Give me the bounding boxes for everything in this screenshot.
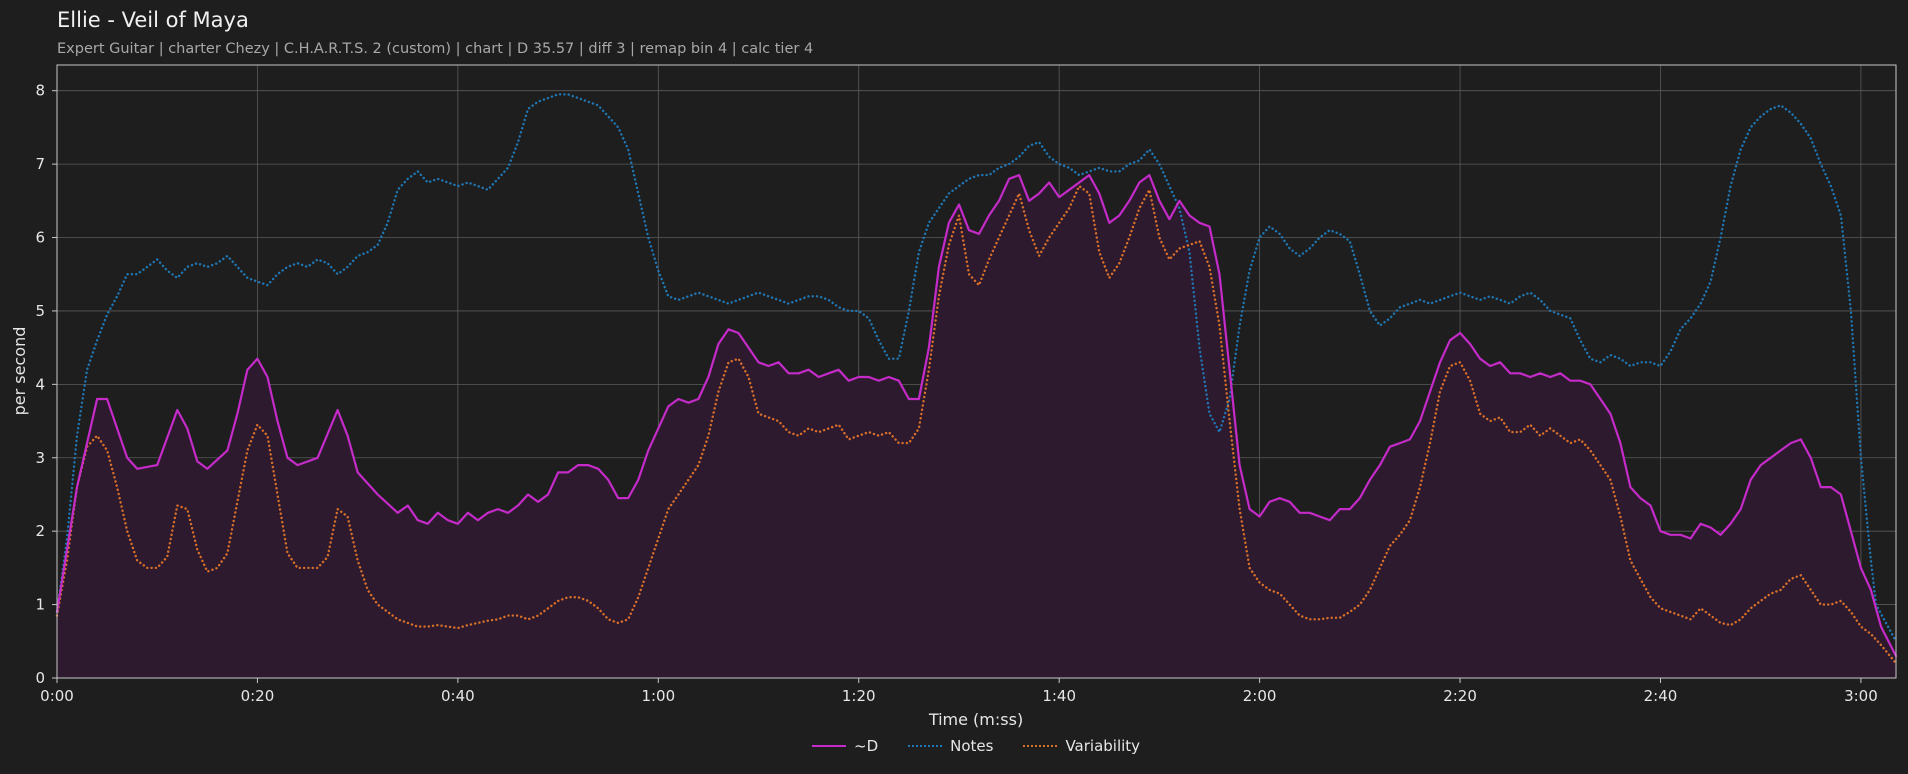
legend: ~D Notes Variability <box>812 737 1140 755</box>
legend-item-variability: Variability <box>1023 737 1140 755</box>
legend-label-notes: Notes <box>950 737 994 755</box>
x-tick-label: 0:00 <box>40 687 74 705</box>
x-tick-label: 1:20 <box>842 687 876 705</box>
x-axis-ticks: 0:00 0:20 0:40 1:00 1:20 1:40 2:00 2:20 2:40 3:00 <box>40 678 1878 705</box>
legend-label-d: ~D <box>854 737 879 755</box>
chart-canvas: 0:00 0:20 0:40 1:00 1:20 1:40 2:00 2:20 2:40 3:00… <box>10 64 1898 729</box>
y-axis-ticks: 0 1 2 3 4 5 6 7 8 <box>35 82 57 687</box>
y-axis-label: per second <box>10 327 29 416</box>
legend-item-d: ~D <box>812 737 878 755</box>
x-tick-label: 2:00 <box>1243 687 1277 705</box>
x-tick-label: 0:20 <box>241 687 275 705</box>
legend-label-variability: Variability <box>1065 737 1141 755</box>
series-fill-d <box>57 175 1896 678</box>
series-fill-area <box>57 175 1896 678</box>
x-tick-label: 3:00 <box>1844 687 1878 705</box>
y-tick-label: 5 <box>35 302 45 320</box>
x-tick-label: 0:40 <box>441 687 475 705</box>
x-axis-label: Time (m:ss) <box>928 710 1023 729</box>
legend-swatch-variability <box>1023 745 1058 747</box>
y-tick-label: 7 <box>35 155 45 173</box>
x-tick-label: 2:20 <box>1443 687 1477 705</box>
y-tick-label: 6 <box>35 229 45 247</box>
legend-swatch-d <box>812 745 846 747</box>
y-tick-label: 8 <box>35 82 45 100</box>
y-tick-label: 4 <box>35 375 45 393</box>
legend-item-notes: Notes <box>908 737 993 755</box>
y-tick-label: 1 <box>35 596 45 614</box>
x-tick-label: 1:00 <box>641 687 675 705</box>
x-tick-label: 2:40 <box>1644 687 1678 705</box>
x-tick-label: 1:40 <box>1042 687 1076 705</box>
y-tick-label: 0 <box>35 669 45 687</box>
y-tick-label: 3 <box>35 449 45 467</box>
legend-swatch-notes <box>908 745 943 747</box>
y-tick-label: 2 <box>35 522 45 540</box>
